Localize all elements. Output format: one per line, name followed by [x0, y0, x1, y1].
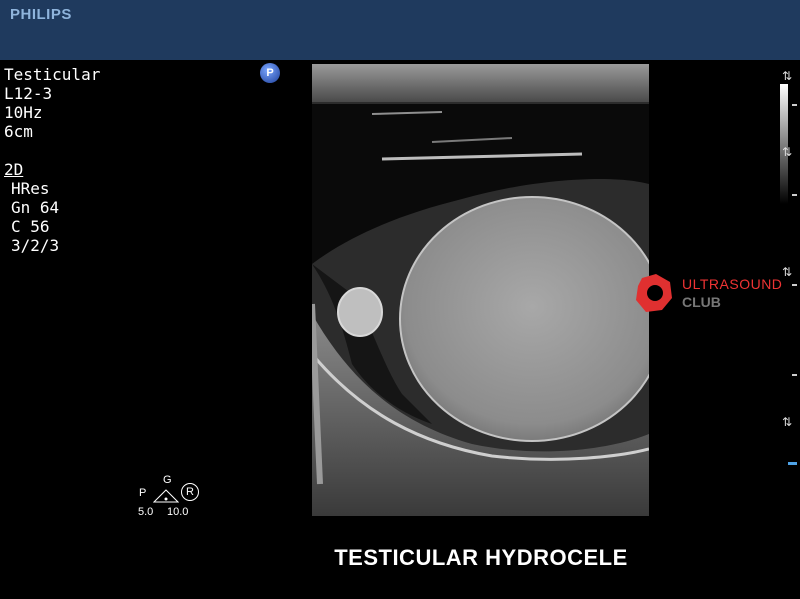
gain-label: Gn 64 — [11, 198, 60, 217]
preset-label: Testicular — [4, 65, 101, 84]
svg-text:⇅: ⇅ — [782, 415, 792, 429]
probe-r-label: R — [181, 483, 199, 501]
probe-right-value: 10.0 — [167, 506, 189, 518]
frame-rate-label: 10Hz — [4, 103, 43, 122]
ultrasound-scan — [312, 64, 649, 516]
transducer-label: L12-3 — [4, 84, 53, 103]
triangle-icon — [153, 489, 179, 503]
compression-label: C 56 — [11, 217, 50, 236]
ultrasound-image — [312, 64, 649, 516]
depth-label: 6cm — [4, 122, 33, 141]
logo-line1: ULTRASOUND — [682, 276, 783, 292]
persistence-label: 3/2/3 — [11, 236, 60, 255]
probe-g-label: G — [163, 474, 172, 486]
svg-text:⇅: ⇅ — [782, 145, 792, 159]
resolution-label: HRes — [11, 179, 50, 198]
brand-logo: PHILIPS — [10, 6, 72, 23]
probe-indicator: P G R 5.0 10.0 — [136, 473, 206, 521]
mode-label: 2D — [4, 160, 24, 179]
ultrasound-club-watermark: ULTRASOUND CLUB — [632, 270, 800, 316]
top-bar: PHILIPS — [0, 0, 800, 60]
logo-icon — [636, 274, 672, 312]
acquisition-parameters: Testicular L12-3 10Hz 6cm 2D HRes Gn 64 … — [4, 65, 100, 255]
logo-line2: CLUB — [682, 294, 721, 310]
probe-left-value: 5.0 — [138, 506, 154, 518]
probe-p-label: P — [139, 487, 147, 499]
svg-text:⇅: ⇅ — [782, 69, 792, 83]
image-caption: TESTICULAR HYDROCELE — [334, 545, 628, 570]
probe-orientation-badge: P — [260, 63, 280, 83]
